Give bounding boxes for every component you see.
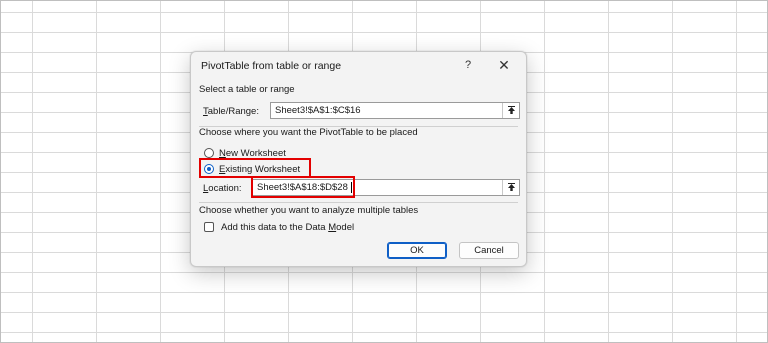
data-model-label[interactable]: Add this data to the Data Model — [221, 222, 354, 233]
location-label: Location: — [203, 183, 242, 194]
close-button[interactable]: ✕ — [496, 56, 512, 74]
table-range-label: Table/Range: — [203, 106, 259, 117]
section-select-range-title: Select a table or range — [199, 84, 295, 95]
help-button[interactable]: ? — [461, 57, 475, 73]
new-worksheet-label[interactable]: New Worksheet — [219, 148, 286, 159]
location-input[interactable]: Sheet3!$A$18:$D$28 — [252, 179, 520, 196]
divider — [199, 202, 518, 203]
cancel-button[interactable]: Cancel — [459, 242, 519, 259]
location-value: Sheet3!$A$18:$D$28 — [257, 182, 348, 193]
collapse-arrow-icon — [507, 183, 515, 191]
ok-button[interactable]: OK — [387, 242, 447, 259]
table-range-input[interactable]: Sheet3!$A$1:$C$16 — [270, 102, 520, 119]
pivottable-dialog: PivotTable from table or range ? ✕ Selec… — [190, 51, 527, 267]
new-worksheet-radio[interactable] — [204, 148, 214, 158]
location-collapse-button[interactable] — [502, 180, 519, 195]
table-range-value: Sheet3!$A$1:$C$16 — [275, 105, 361, 116]
collapse-arrow-icon — [507, 106, 515, 114]
dialog-titlebar: PivotTable from table or range ? ✕ — [191, 52, 526, 78]
existing-worksheet-radio[interactable] — [204, 164, 214, 174]
section-placement-title: Choose where you want the PivotTable to … — [199, 127, 418, 138]
dialog-title: PivotTable from table or range — [201, 60, 342, 72]
table-range-collapse-button[interactable] — [502, 103, 519, 118]
text-cursor — [351, 182, 352, 193]
section-analyze-title: Choose whether you want to analyze multi… — [199, 205, 419, 216]
existing-worksheet-label[interactable]: Existing Worksheet — [219, 164, 300, 175]
data-model-checkbox[interactable] — [204, 222, 214, 232]
